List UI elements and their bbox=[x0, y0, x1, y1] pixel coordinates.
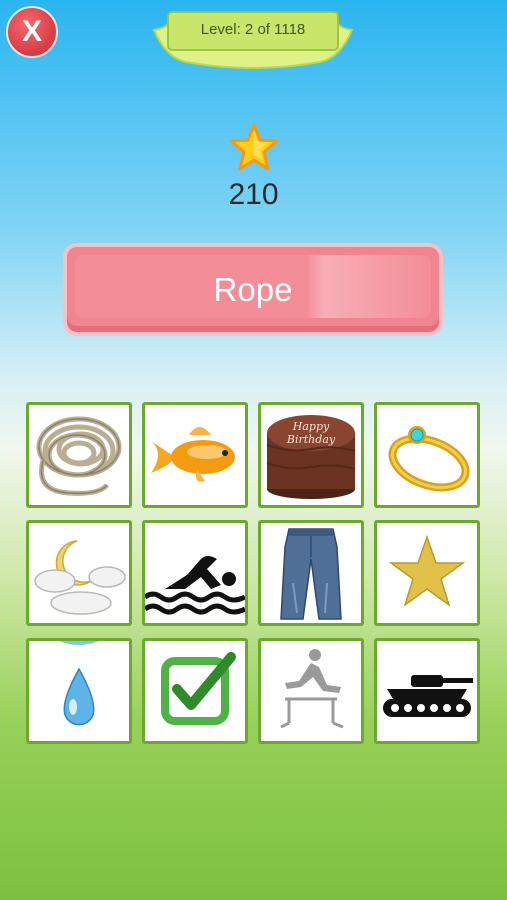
level-banner: Level: 2 of 1118 bbox=[150, 8, 356, 70]
target-word-button: Rope bbox=[63, 243, 443, 336]
choice-tile-checkmark[interactable] bbox=[142, 638, 248, 744]
target-word-label: Rope bbox=[213, 271, 293, 308]
birthday-cake-icon: Happy Birthday bbox=[266, 415, 356, 499]
score-value: 210 bbox=[228, 178, 279, 211]
tank-icon bbox=[383, 675, 473, 717]
star-icon bbox=[388, 534, 466, 607]
jeans-icon bbox=[280, 528, 342, 620]
choice-grid: Happy Birthday bbox=[26, 402, 482, 744]
choice-tile-moon-clouds[interactable] bbox=[26, 520, 132, 626]
water-drop-icon bbox=[59, 641, 99, 726]
choice-tile-ring[interactable] bbox=[374, 402, 480, 508]
choice-tile-birthday-cake[interactable]: Happy Birthday bbox=[258, 402, 364, 508]
choice-tile-star[interactable] bbox=[374, 520, 480, 626]
star-icon bbox=[229, 123, 279, 171]
checkmark-icon bbox=[161, 652, 236, 725]
ring-icon bbox=[388, 426, 470, 492]
rope-icon bbox=[36, 416, 122, 496]
close-button[interactable]: X bbox=[6, 6, 58, 58]
choice-tile-rope[interactable] bbox=[26, 402, 132, 508]
choice-tile-hurdler[interactable] bbox=[258, 638, 364, 744]
swimmer-icon bbox=[145, 556, 245, 615]
moon-clouds-icon bbox=[34, 540, 126, 615]
choice-tile-goldfish[interactable] bbox=[142, 402, 248, 508]
choice-tile-tank[interactable] bbox=[374, 638, 480, 744]
hurdler-icon bbox=[280, 649, 344, 729]
choice-tile-swimmer[interactable] bbox=[142, 520, 248, 626]
choice-tile-water-drop[interactable] bbox=[26, 638, 132, 744]
choice-tile-jeans[interactable] bbox=[258, 520, 364, 626]
svg-text:Happy: Happy bbox=[292, 420, 330, 433]
goldfish-icon bbox=[151, 427, 235, 482]
level-label: Level: 2 of 1118 bbox=[200, 21, 306, 38]
svg-text:Birthday: Birthday bbox=[286, 433, 336, 446]
